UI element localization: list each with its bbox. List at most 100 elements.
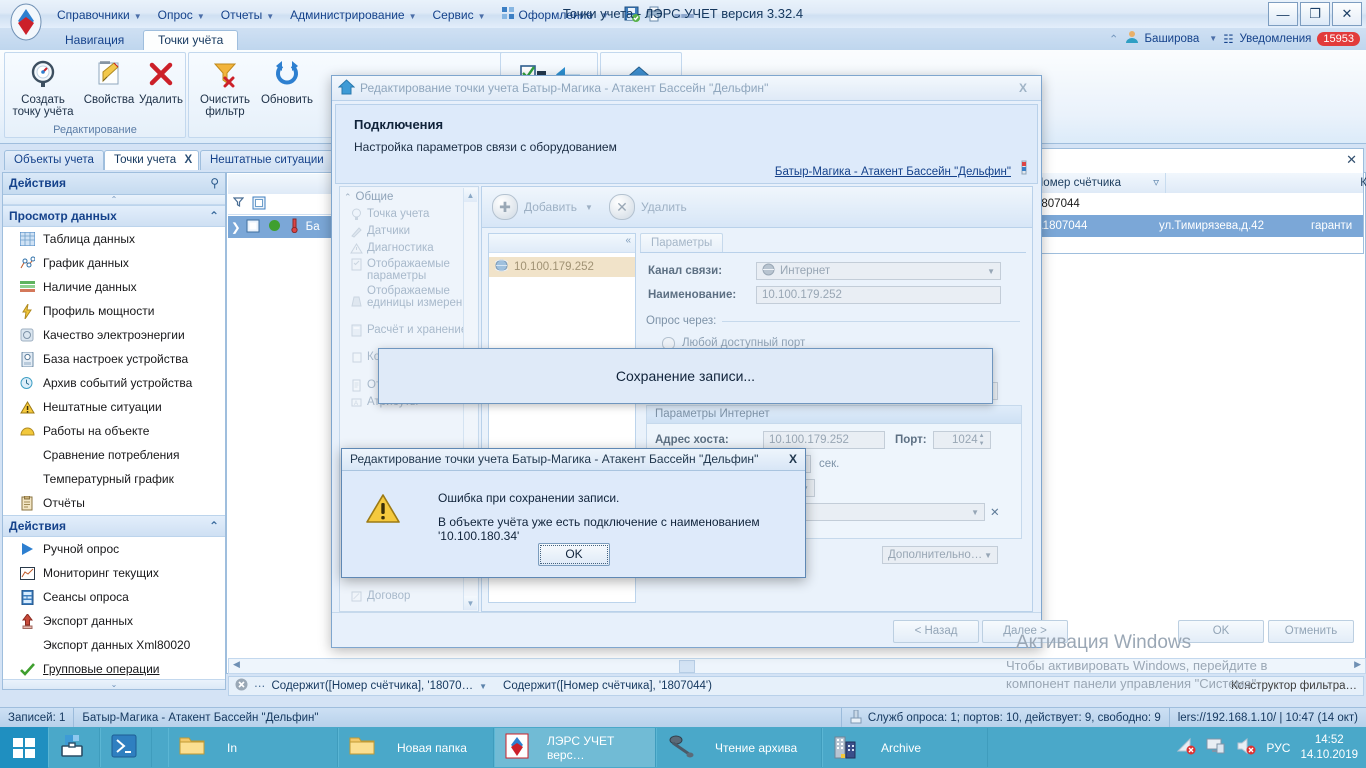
taskbar-pinned-powershell[interactable] [100, 728, 152, 767]
scroll-down-arrow-icon[interactable]: ▼ [464, 596, 477, 610]
doc-tab-tochki-ucheta[interactable]: Точки учета X [104, 150, 200, 170]
notifications-label[interactable]: Уведомления [1240, 33, 1312, 45]
action-item-arhiv-sobytiy-ustroystva[interactable]: Архив событий устройства [3, 371, 225, 395]
taskbar-clock[interactable]: 14:52 14.10.2019 [1300, 733, 1358, 763]
chevron-down-icon[interactable]: ▼ [585, 203, 593, 212]
user-name[interactable]: Баширова [1145, 33, 1200, 45]
chevron-down-icon[interactable]: ▼ [971, 508, 979, 517]
section-header-prosmotr-dannyh[interactable]: Просмотр данных ⌃ [3, 205, 225, 227]
action-item-grafik-dannyh[interactable]: График данных [3, 251, 225, 275]
chevron-up-icon[interactable]: ⌃ [1109, 32, 1119, 46]
chevron-left-icon[interactable]: ◀ [233, 659, 240, 670]
action-item-seansy-oprosa[interactable]: Сеансы опроса [3, 585, 225, 609]
close-icon[interactable]: X [1019, 76, 1027, 100]
action-item-profil-moshchnosti[interactable]: Профиль мощности [3, 299, 225, 323]
close-button[interactable]: ✕ [1332, 2, 1362, 26]
action-item-temperaturnyy-grafik[interactable]: Температурный график [3, 467, 225, 491]
host-input[interactable]: 10.100.179.252 [763, 431, 885, 449]
action-item-gruppovye-operatsii[interactable]: Групповые операции [3, 657, 225, 681]
chevron-down-icon[interactable]: ▼ [1209, 34, 1217, 43]
action-item-kachestvo-elektroenergii[interactable]: Качество электроэнергии [3, 323, 225, 347]
column-header-k[interactable]: К [1153, 173, 1366, 193]
tree-node-raschet-i-hranenie[interactable]: Расчёт и хранение [340, 323, 478, 350]
column-header-meter-number[interactable]: Номер счётчика ▿ [1029, 173, 1166, 193]
table-row[interactable]: A1807044 ул.Тимирязева,д.42 гаранти [1029, 215, 1363, 237]
maximize-button[interactable]: ❐ [1300, 2, 1330, 26]
tree-node-otobrazhaemye-parametry[interactable]: Отображаемые параметры [340, 257, 478, 284]
tab-tochki-ucheta[interactable]: Точки учёта [143, 30, 239, 51]
panel-scroll-down[interactable]: ⌄ [3, 679, 225, 689]
delete-connection-button[interactable]: ✕ Удалить [608, 194, 687, 220]
doc-tab-neshtatnye-situatsii[interactable]: Нештатные ситуации [200, 150, 334, 170]
tree-node-tochka-ucheta[interactable]: Точка учета [340, 206, 478, 223]
filter-close-icon[interactable] [235, 678, 248, 694]
ribbon-button-delete[interactable]: Удалить [129, 57, 193, 106]
tab-navigatsiya[interactable]: Навигация [50, 30, 139, 51]
chevron-down-icon[interactable]: ▼ [987, 267, 995, 276]
language-indicator[interactable]: РУС [1266, 741, 1290, 755]
tree-node-dogovor[interactable]: Договор [340, 588, 410, 605]
panel-collapse-grip[interactable]: ⌃ [3, 195, 225, 205]
chevron-down-icon[interactable]: ▼ [479, 682, 487, 691]
scrollbar-thumb[interactable] [679, 660, 695, 673]
filter-value-meter-number[interactable]: 1807044 [1029, 193, 1165, 215]
wizard-object-link[interactable]: Батыр-Магика - Атакент Бассейн "Дельфин" [775, 166, 1011, 178]
action-item-tablitsa-dannyh[interactable]: Таблица данных [3, 227, 225, 251]
chevron-down-icon[interactable]: ▼ [984, 551, 992, 560]
add-connection-button[interactable]: ✚ Добавить ▼ [492, 194, 593, 220]
double-chevron-left-icon[interactable]: « [625, 235, 631, 246]
close-icon[interactable]: ✕ [1346, 152, 1357, 168]
action-item-eksport-dannyh[interactable]: Экспорт данных [3, 609, 225, 633]
tree-node-diagnostika[interactable]: Диагностика [340, 240, 478, 257]
ribbon-button-clear-filter[interactable]: Очистить фильтр [193, 57, 257, 118]
taskbar-item-archive[interactable]: Archive [822, 728, 988, 767]
name-input[interactable]: 10.100.179.252 [756, 286, 1001, 304]
cancel-button[interactable]: Отменить [1268, 620, 1354, 643]
monitor-icon[interactable] [1206, 737, 1226, 758]
scroll-up-arrow-icon[interactable]: ▲ [464, 188, 477, 202]
doc-tab-obekty-ucheta[interactable]: Объекты учета [4, 150, 104, 170]
close-icon[interactable]: X [789, 449, 797, 470]
taskbar-item-in[interactable]: In [168, 728, 338, 767]
window-controls[interactable]: — ❐ ✕ [1268, 2, 1362, 26]
clear-x-icon[interactable]: ✕ [990, 505, 1000, 519]
action-item-eksport-dannyh-xml80020[interactable]: Экспорт данных Xml80020 [3, 633, 225, 657]
tree-node-otobrazhaemye-edinitsy[interactable]: Отображаемые единицы измерения [340, 284, 478, 323]
filter-dots[interactable]: ⋯ [254, 679, 266, 693]
back-button[interactable]: < Назад [893, 620, 979, 643]
filter-icon[interactable] [232, 197, 245, 211]
table-row[interactable]: ❯ Ба [228, 216, 340, 238]
taskbar-item-novaya-papka[interactable]: Новая папка [338, 728, 494, 767]
pin-icon[interactable]: ⚲ [210, 173, 219, 194]
action-item-neshtatnye-situatsii[interactable]: Нештатные ситуации [3, 395, 225, 419]
action-item-monitoring-tekushchih[interactable]: Мониторинг текущих [3, 561, 225, 585]
chevron-right-icon[interactable]: ▶ [1354, 659, 1361, 670]
taskbar-item-chtenie-arhiva[interactable]: Чтение архива [656, 728, 822, 767]
port-input[interactable]: 1024 ▲ ▼ [932, 431, 991, 449]
action-item-nalichie-dannyh[interactable]: Наличие данных [3, 275, 225, 299]
action-item-baza-nastroek-ustroystva[interactable]: База настроек устройства [3, 347, 225, 371]
action-item-sravnenie-potrebleniya[interactable]: Сравнение потребления [3, 443, 225, 467]
ribbon-button-create-point[interactable]: Создать точку учёта [11, 57, 75, 118]
grid-filter-row[interactable]: 1807044 [1029, 193, 1363, 216]
error-ok-button[interactable]: OK [538, 543, 610, 566]
section-header-deystviya[interactable]: Действия ⌃ [3, 515, 225, 537]
tab-parametry[interactable]: Параметры [640, 233, 724, 252]
tree-node-obshchie[interactable]: ⌃ Общие [340, 189, 478, 206]
grid-filter-cell-icon[interactable] [252, 196, 266, 213]
action-item-ruchnoy-opros[interactable]: Ручной опрос [3, 537, 225, 561]
tree-node-datchiki[interactable]: Датчики [340, 223, 478, 240]
volume-mute-icon[interactable] [1236, 737, 1256, 758]
row-select-icon[interactable] [246, 219, 260, 236]
chevron-up-icon[interactable]: ⌃ [209, 516, 219, 536]
action-item-otchyoty[interactable]: Отчёты [3, 491, 225, 515]
spinner-icon[interactable]: ▲▼ [979, 433, 988, 447]
taskbar-pinned-toolbox[interactable] [48, 728, 100, 767]
extra-options-button[interactable]: Дополнительно… ▼ [882, 546, 998, 564]
minimize-button[interactable]: — [1268, 2, 1298, 26]
close-icon[interactable]: X [185, 151, 193, 169]
action-item-raboty-na-obekte[interactable]: Работы на объекте [3, 419, 225, 443]
ribbon-button-refresh[interactable]: Обновить [255, 57, 319, 106]
windows-start-icon[interactable] [0, 727, 48, 768]
filter-chip[interactable]: Содержит([Номер счётчика], '18070… ▼ [272, 680, 488, 692]
